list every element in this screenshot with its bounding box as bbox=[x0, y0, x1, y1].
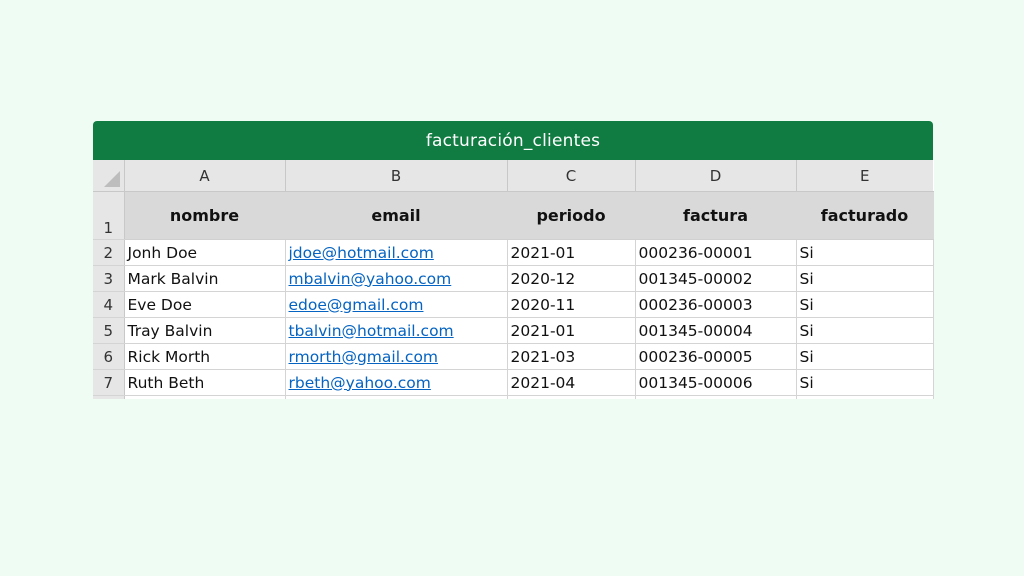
header-nombre[interactable]: nombre bbox=[124, 191, 286, 240]
cell-stub[interactable] bbox=[507, 395, 636, 399]
cell-stub[interactable] bbox=[796, 395, 934, 399]
cell-facturado[interactable]: Si bbox=[796, 265, 934, 292]
cell-email[interactable]: edoe@gmail.com bbox=[285, 291, 508, 318]
select-all-button[interactable] bbox=[93, 160, 125, 192]
row-number[interactable]: 1 bbox=[93, 191, 125, 240]
cell-nombre[interactable]: Mark Balvin bbox=[124, 265, 286, 292]
cell-factura[interactable]: 000236-00003 bbox=[635, 291, 797, 318]
partial-row bbox=[93, 395, 934, 399]
row-number[interactable]: 4 bbox=[93, 291, 125, 318]
row-number[interactable]: 3 bbox=[93, 265, 125, 292]
column-header-e[interactable]: E bbox=[796, 160, 933, 192]
cell-facturado[interactable]: Si bbox=[796, 343, 934, 370]
cell-nombre[interactable]: Tray Balvin bbox=[124, 317, 286, 344]
cell-periodo[interactable]: 2021-04 bbox=[507, 369, 636, 396]
cell-factura[interactable]: 000236-00001 bbox=[635, 239, 797, 266]
row-number[interactable]: 5 bbox=[93, 317, 125, 344]
cell-periodo[interactable]: 2020-12 bbox=[507, 265, 636, 292]
spreadsheet-grid: A B C D E 1 nombre email periodo factura… bbox=[93, 160, 934, 399]
sheet-title-bar: facturación_clientes bbox=[93, 121, 933, 160]
cell-email[interactable]: rmorth@gmail.com bbox=[285, 343, 508, 370]
table-row: 5 Tray Balvin tbalvin@hotmail.com 2021-0… bbox=[93, 317, 934, 344]
table-row: 2 Jonh Doe jdoe@hotmail.com 2021-01 0002… bbox=[93, 239, 934, 266]
cell-email[interactable]: tbalvin@hotmail.com bbox=[285, 317, 508, 344]
cell-email[interactable]: jdoe@hotmail.com bbox=[285, 239, 508, 266]
cell-factura[interactable]: 001345-00006 bbox=[635, 369, 797, 396]
row-number[interactable]: 7 bbox=[93, 369, 125, 396]
header-factura[interactable]: factura bbox=[635, 191, 797, 240]
cell-periodo[interactable]: 2021-01 bbox=[507, 317, 636, 344]
cell-factura[interactable]: 000236-00005 bbox=[635, 343, 797, 370]
cell-facturado[interactable]: Si bbox=[796, 317, 934, 344]
select-all-icon bbox=[103, 171, 120, 187]
column-header-a[interactable]: A bbox=[124, 160, 286, 192]
row-number-stub[interactable] bbox=[93, 395, 125, 399]
email-link[interactable]: edoe@gmail.com bbox=[289, 296, 424, 314]
header-email[interactable]: email bbox=[285, 191, 508, 240]
spreadsheet: facturación_clientes A B C D E 1 nombre … bbox=[93, 121, 934, 399]
cell-email[interactable]: mbalvin@yahoo.com bbox=[285, 265, 508, 292]
table-row: 7 Ruth Beth rbeth@yahoo.com 2021-04 0013… bbox=[93, 369, 934, 396]
cell-periodo[interactable]: 2020-11 bbox=[507, 291, 636, 318]
cell-nombre[interactable]: Eve Doe bbox=[124, 291, 286, 318]
cell-stub[interactable] bbox=[635, 395, 797, 399]
column-header-row: A B C D E bbox=[93, 160, 933, 192]
email-link[interactable]: jdoe@hotmail.com bbox=[289, 244, 434, 262]
cell-stub[interactable] bbox=[285, 395, 508, 399]
email-link[interactable]: rbeth@yahoo.com bbox=[289, 374, 431, 392]
header-periodo[interactable]: periodo bbox=[507, 191, 636, 240]
email-link[interactable]: rmorth@gmail.com bbox=[289, 348, 439, 366]
column-header-c[interactable]: C bbox=[507, 160, 636, 192]
cell-facturado[interactable]: Si bbox=[796, 239, 934, 266]
cell-nombre[interactable]: Ruth Beth bbox=[124, 369, 286, 396]
cell-factura[interactable]: 001345-00002 bbox=[635, 265, 797, 292]
table-row: 3 Mark Balvin mbalvin@yahoo.com 2020-12 … bbox=[93, 265, 934, 292]
column-header-d[interactable]: D bbox=[635, 160, 797, 192]
email-link[interactable]: tbalvin@hotmail.com bbox=[289, 322, 454, 340]
cell-facturado[interactable]: Si bbox=[796, 369, 934, 396]
table-row: 6 Rick Morth rmorth@gmail.com 2021-03 00… bbox=[93, 343, 934, 370]
table-row: 4 Eve Doe edoe@gmail.com 2020-11 000236-… bbox=[93, 291, 934, 318]
cell-factura[interactable]: 001345-00004 bbox=[635, 317, 797, 344]
cell-nombre[interactable]: Rick Morth bbox=[124, 343, 286, 370]
cell-periodo[interactable]: 2021-01 bbox=[507, 239, 636, 266]
cell-periodo[interactable]: 2021-03 bbox=[507, 343, 636, 370]
table-header-row: 1 nombre email periodo factura facturado bbox=[93, 191, 934, 240]
email-link[interactable]: mbalvin@yahoo.com bbox=[289, 270, 452, 288]
cell-email[interactable]: rbeth@yahoo.com bbox=[285, 369, 508, 396]
cell-stub[interactable] bbox=[124, 395, 286, 399]
row-number[interactable]: 2 bbox=[93, 239, 125, 266]
cell-nombre[interactable]: Jonh Doe bbox=[124, 239, 286, 266]
sheet-title: facturación_clientes bbox=[425, 130, 601, 151]
column-header-b[interactable]: B bbox=[285, 160, 508, 192]
cell-facturado[interactable]: Si bbox=[796, 291, 934, 318]
header-facturado[interactable]: facturado bbox=[796, 191, 934, 240]
row-number[interactable]: 6 bbox=[93, 343, 125, 370]
